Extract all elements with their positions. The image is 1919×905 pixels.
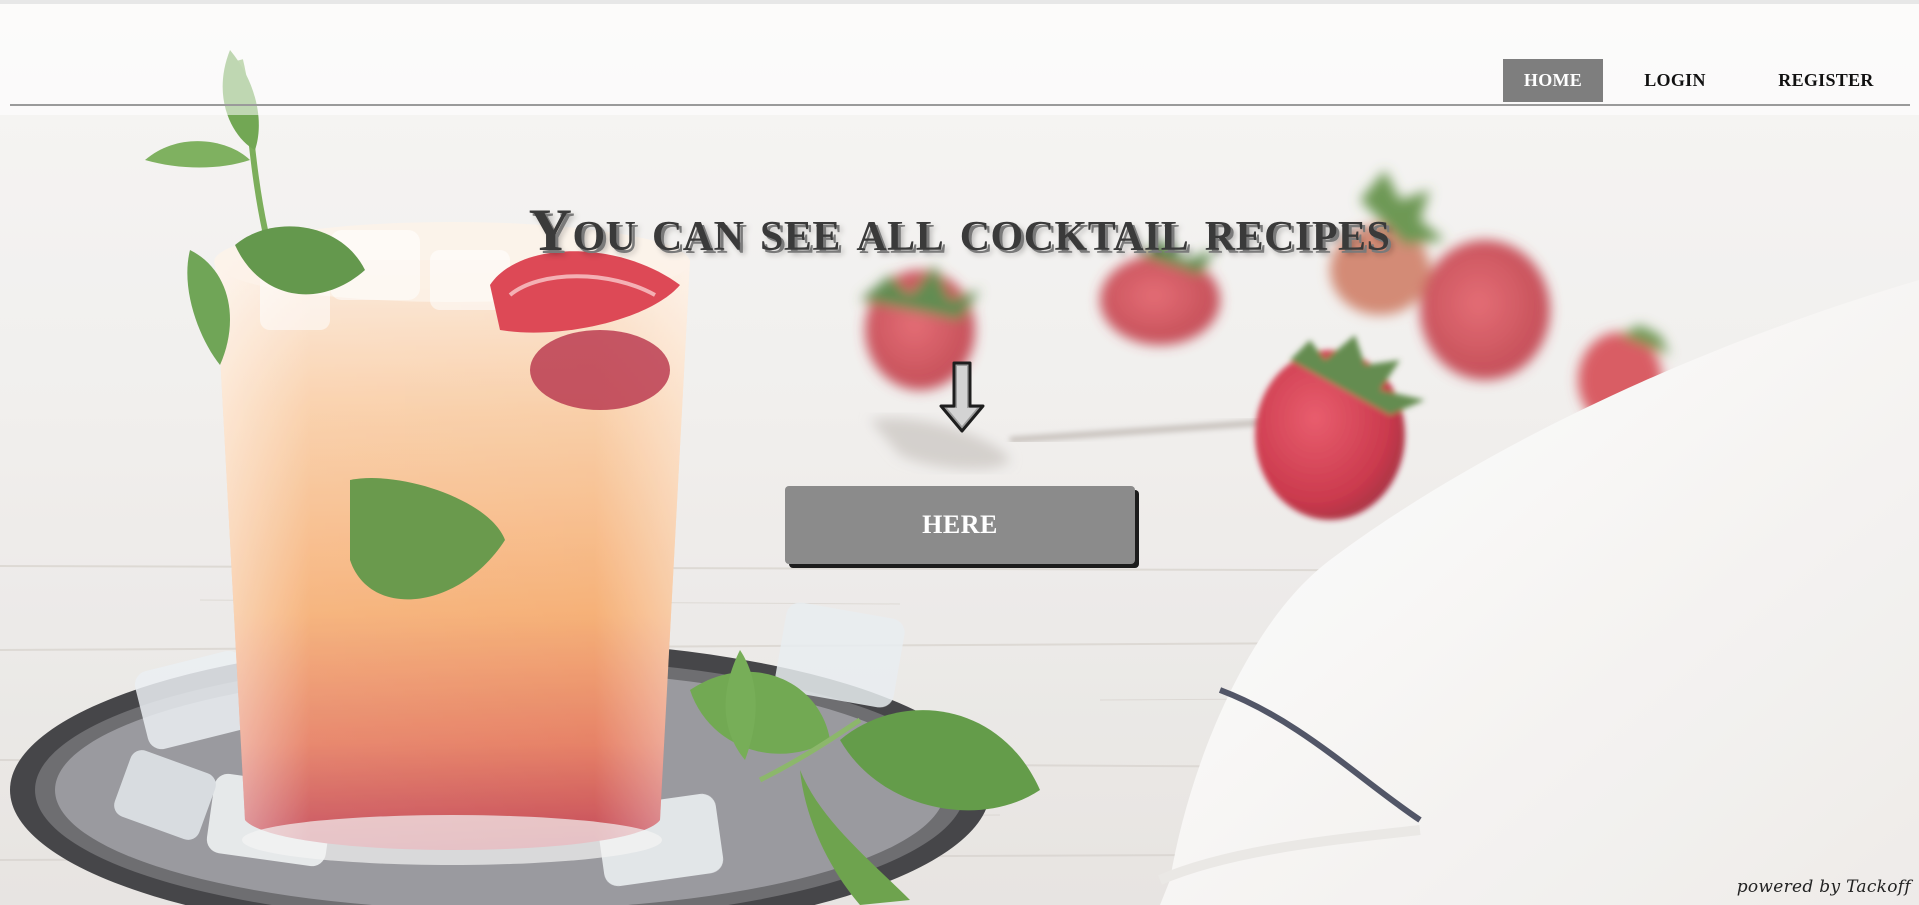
nav-register-link[interactable]: REGISTER bbox=[1763, 59, 1889, 102]
main-nav: HOME LOGIN REGISTER bbox=[1503, 59, 1919, 102]
background-photo bbox=[0, 0, 1919, 905]
header-divider bbox=[10, 104, 1910, 106]
powered-by-credit: powered by Tackoff bbox=[1736, 877, 1911, 897]
here-button[interactable]: HERE bbox=[785, 486, 1135, 564]
hero-headline: You can see all cocktail recipes bbox=[528, 197, 1391, 263]
nav-home-link[interactable]: HOME bbox=[1503, 59, 1603, 102]
top-strip bbox=[0, 0, 1919, 4]
nav-login-link[interactable]: LOGIN bbox=[1625, 59, 1725, 102]
down-arrow-icon bbox=[939, 361, 985, 433]
